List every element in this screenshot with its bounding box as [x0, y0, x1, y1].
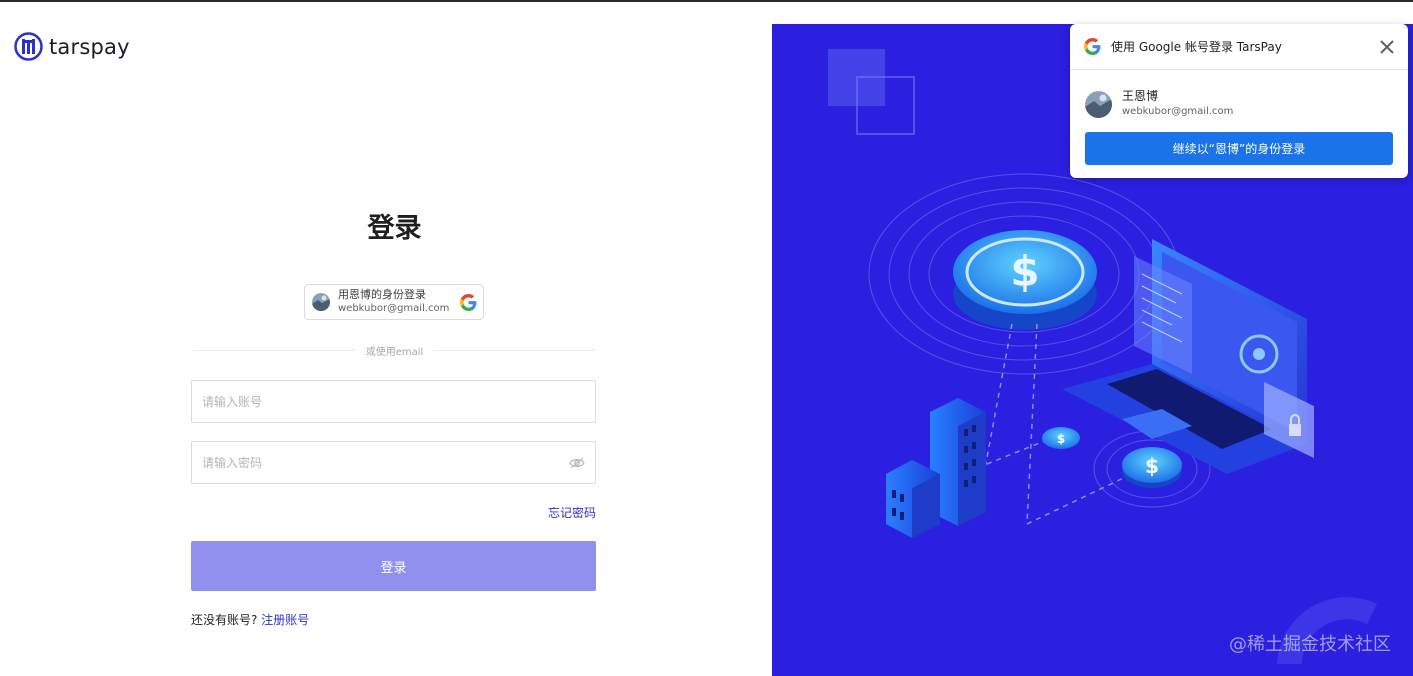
register-link[interactable]: 注册账号 [261, 613, 309, 627]
no-account-text: 还没有账号? [191, 613, 258, 627]
svg-text:$: $ [1145, 454, 1159, 478]
svg-text:$: $ [1057, 432, 1065, 446]
google-g-icon [460, 293, 477, 311]
divider-line-right [433, 349, 597, 351]
connection-lines [981, 323, 1133, 525]
close-icon[interactable] [1380, 39, 1394, 54]
brand-name: tarspay [49, 34, 130, 59]
divider-text: 或使用email [365, 346, 424, 358]
large-coin-icon: $ [953, 230, 1097, 330]
email-divider: 或使用email [193, 343, 597, 358]
google-button-name: 用恩博的身份登录 [338, 288, 426, 301]
google-one-tap-popup: 使用 Google 帐号登录 TarsPay 王恩博 webkubor@gmai… [1070, 24, 1408, 178]
forgot-password-link[interactable]: 忘记密码 [520, 504, 596, 521]
popup-header: 使用 Google 帐号登录 TarsPay [1070, 24, 1408, 70]
divider-line-left [193, 349, 356, 351]
popup-title: 使用 Google 帐号登录 TarsPay [1111, 40, 1282, 54]
small-coin-icon: $ [1042, 427, 1080, 449]
continue-as-button[interactable]: 继续以“恩博”的身份登录 [1085, 132, 1393, 165]
google-button-text: 用恩博的身份登录 webkubor@gmail.com [338, 288, 460, 316]
popup-account-info: 王恩博 webkubor@gmail.com [1122, 88, 1233, 120]
account-field[interactable] [191, 380, 596, 423]
popup-account-email: webkubor@gmail.com [1122, 106, 1234, 117]
eye-icon[interactable] [569, 457, 585, 469]
login-submit-button[interactable]: 登录 [191, 541, 596, 591]
account-input[interactable] [202, 394, 585, 409]
avatar [1085, 90, 1112, 118]
brand-logo[interactable]: tarspay [14, 32, 130, 61]
popup-account[interactable]: 王恩博 webkubor@gmail.com [1085, 88, 1233, 120]
avatar [312, 293, 330, 311]
building-icon [886, 398, 986, 538]
svg-text:$: $ [1010, 247, 1039, 296]
google-signin-button[interactable]: 用恩博的身份登录 webkubor@gmail.com [304, 284, 484, 320]
medium-coin-icon: $ [1122, 447, 1182, 488]
password-input[interactable] [202, 455, 569, 470]
watermark-text: @稀土掘金技术社区 [1229, 634, 1391, 655]
page-title: 登录 [367, 213, 422, 244]
signup-prompt: 还没有账号? 注册账号 [191, 611, 309, 628]
tarspay-logo-icon [14, 32, 43, 61]
password-field[interactable] [191, 441, 596, 484]
popup-account-name: 王恩博 [1122, 89, 1159, 103]
laptop-icon [1062, 239, 1314, 474]
google-button-email: webkubor@gmail.com [338, 303, 450, 314]
google-g-icon [1084, 38, 1101, 55]
